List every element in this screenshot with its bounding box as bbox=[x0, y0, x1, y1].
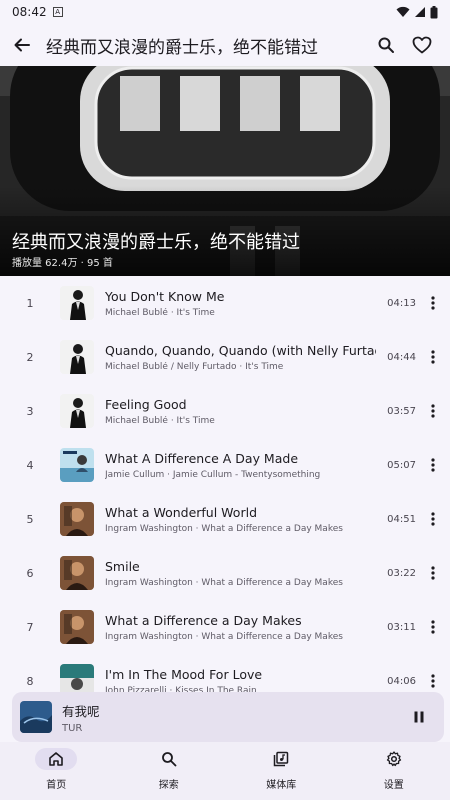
song-subtitle: Michael Bublé · It's Time bbox=[105, 307, 215, 318]
song-row[interactable]: 4 What A Difference A Day Made Jamie Cullu… bbox=[0, 438, 450, 492]
song-row[interactable]: 5 What a Wonderful World Ingram Washington… bbox=[0, 492, 450, 546]
wifi-icon bbox=[396, 6, 410, 17]
song-index: 4 bbox=[26, 458, 34, 472]
song-list: 1 You Don't Know Me Michael Bublé · It's T… bbox=[0, 276, 450, 740]
song-title: Quando, Quando, Quando (with Nelly Furta… bbox=[105, 342, 376, 358]
more-options-button[interactable] bbox=[416, 340, 450, 374]
song-duration: 04:44 bbox=[387, 351, 416, 363]
playlist-stats: 播放量 62.4万 · 95 首 bbox=[12, 258, 113, 269]
pause-button[interactable] bbox=[402, 700, 436, 734]
mini-player-artist: TUR bbox=[62, 722, 83, 734]
nav-item-library[interactable]: 媒体库 bbox=[225, 742, 338, 800]
back-button[interactable] bbox=[10, 33, 34, 57]
song-cover bbox=[60, 340, 94, 374]
song-cover bbox=[60, 502, 94, 536]
more-vert-icon bbox=[431, 620, 435, 634]
more-vert-icon bbox=[431, 458, 435, 472]
song-subtitle: Ingram Washington · What a Difference a … bbox=[105, 631, 343, 642]
nav-label: 首页 bbox=[46, 780, 67, 791]
home-icon bbox=[35, 748, 78, 770]
song-cover bbox=[60, 610, 94, 644]
song-duration: 04:51 bbox=[387, 513, 416, 525]
favorite-button[interactable] bbox=[404, 27, 440, 63]
more-vert-icon bbox=[431, 350, 435, 364]
song-index: 3 bbox=[26, 404, 34, 418]
back-arrow-icon bbox=[14, 38, 30, 52]
heart-icon bbox=[412, 36, 432, 54]
song-cover bbox=[60, 448, 94, 482]
song-row[interactable]: 6 Smile Ingram Washington · What a Differe… bbox=[0, 546, 450, 600]
more-vert-icon bbox=[431, 512, 435, 526]
song-index: 8 bbox=[26, 674, 34, 688]
nav-label: 设置 bbox=[383, 780, 404, 791]
more-options-button[interactable] bbox=[416, 394, 450, 428]
more-vert-icon bbox=[431, 566, 435, 580]
playlist-title: 经典而又浪漫的爵士乐，绝不能错过 bbox=[12, 232, 300, 253]
status-bar: 08:42 A bbox=[0, 0, 450, 24]
nav-item-explore[interactable]: 探索 bbox=[113, 742, 226, 800]
pause-icon bbox=[414, 711, 424, 723]
nav-item-home[interactable]: 首页 bbox=[0, 742, 113, 800]
playlist-cover: 经典而又浪漫的爵士乐，绝不能错过 播放量 62.4万 · 95 首 bbox=[0, 66, 450, 276]
song-index: 7 bbox=[26, 620, 34, 634]
song-duration: 03:22 bbox=[387, 567, 416, 579]
song-duration: 05:07 bbox=[387, 459, 416, 471]
song-cover bbox=[60, 556, 94, 590]
song-subtitle: Ingram Washington · What a Difference a … bbox=[105, 523, 343, 534]
song-index: 1 bbox=[26, 296, 34, 310]
battery-icon bbox=[430, 5, 438, 18]
status-time: 08:42 bbox=[12, 5, 47, 19]
signal-icon bbox=[415, 7, 425, 17]
song-title: Feeling Good bbox=[105, 396, 187, 412]
nav-label: 媒体库 bbox=[266, 780, 297, 791]
bottom-navigation: 首页 探索 媒体库 设置 bbox=[0, 742, 450, 800]
song-title: You Don't Know Me bbox=[105, 288, 225, 304]
song-duration: 04:06 bbox=[387, 675, 416, 687]
nav-item-settings[interactable]: 设置 bbox=[338, 742, 450, 800]
song-title: What a Wonderful World bbox=[105, 504, 258, 520]
song-subtitle: Jamie Cullum · Jamie Cullum - Twentysome… bbox=[105, 469, 321, 480]
more-options-button[interactable] bbox=[416, 448, 450, 482]
song-duration: 03:57 bbox=[387, 405, 416, 417]
song-subtitle: Michael Bublé · It's Time bbox=[105, 415, 215, 426]
app-bar: 经典而又浪漫的爵士乐，绝不能错过 bbox=[0, 24, 450, 66]
song-index: 2 bbox=[26, 350, 34, 364]
song-title: What A Difference A Day Made bbox=[105, 450, 299, 466]
settings-icon bbox=[373, 748, 415, 770]
search-icon bbox=[378, 37, 394, 53]
song-title: I'm In The Mood For Love bbox=[105, 666, 263, 682]
library-icon bbox=[260, 748, 302, 770]
more-options-button[interactable] bbox=[416, 610, 450, 644]
song-row[interactable]: 7 What a Difference a Day Makes Ingram Was… bbox=[0, 600, 450, 654]
more-options-button[interactable] bbox=[416, 502, 450, 536]
status-notification-icon: A bbox=[52, 7, 63, 17]
song-row[interactable]: 3 Feeling Good Michael Bublé · It's Time 03… bbox=[0, 384, 450, 438]
more-vert-icon bbox=[431, 404, 435, 418]
search-button[interactable] bbox=[368, 27, 404, 63]
song-row[interactable]: 2 Quando, Quando, Quando (with Nelly Furt… bbox=[0, 330, 450, 384]
song-subtitle: Michael Bublé / Nelly Furtado · It's Tim… bbox=[105, 361, 284, 372]
song-duration: 04:13 bbox=[387, 297, 416, 309]
more-vert-icon bbox=[431, 296, 435, 310]
song-index: 5 bbox=[26, 512, 34, 526]
song-cover bbox=[60, 286, 94, 320]
more-vert-icon bbox=[431, 674, 435, 688]
song-duration: 03:11 bbox=[387, 621, 416, 633]
song-subtitle: Ingram Washington · What a Difference a … bbox=[105, 577, 343, 588]
nav-label: 探索 bbox=[158, 780, 179, 791]
search-icon bbox=[148, 748, 190, 770]
more-options-button[interactable] bbox=[416, 286, 450, 320]
mini-player[interactable]: 有我呢 TUR bbox=[12, 692, 444, 742]
song-title: What a Difference a Day Makes bbox=[105, 612, 302, 628]
mini-player-title: 有我呢 bbox=[62, 703, 100, 719]
song-index: 6 bbox=[26, 566, 34, 580]
page-title: 经典而又浪漫的爵士乐，绝不能错过 bbox=[46, 37, 318, 58]
song-cover bbox=[60, 394, 94, 428]
song-row[interactable]: 1 You Don't Know Me Michael Bublé · It's T… bbox=[0, 276, 450, 330]
mini-player-artwork bbox=[20, 701, 52, 733]
more-options-button[interactable] bbox=[416, 556, 450, 590]
song-title: Smile bbox=[105, 558, 140, 574]
